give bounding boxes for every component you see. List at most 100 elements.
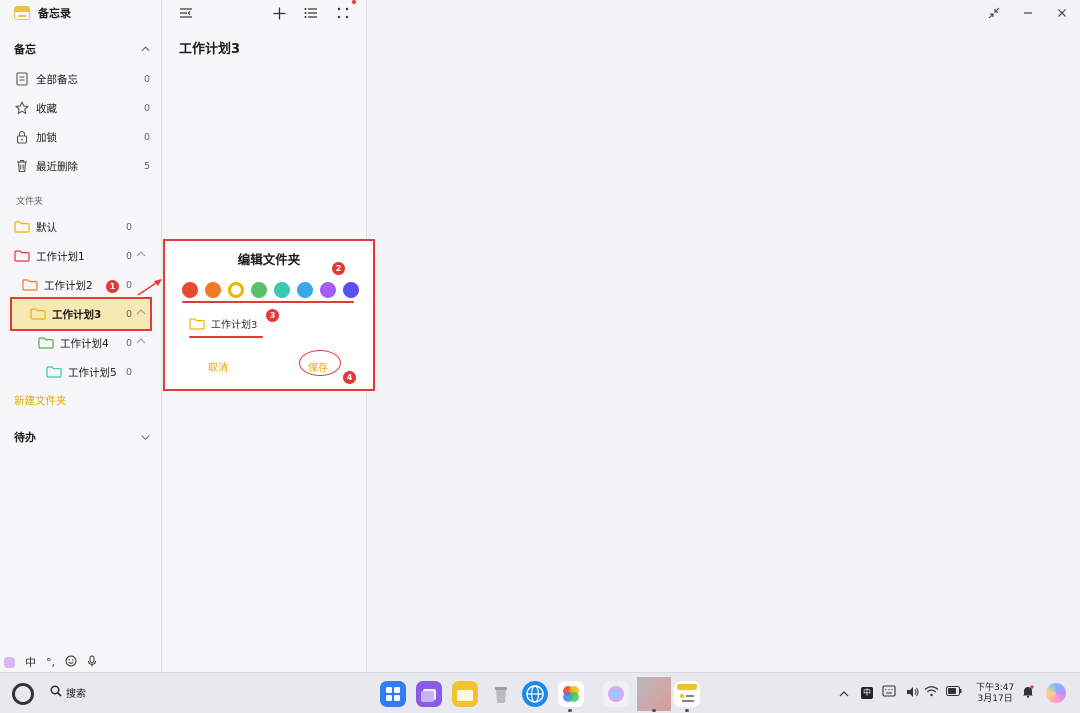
assistant-icon[interactable] <box>1046 683 1066 703</box>
wifi-icon[interactable] <box>924 685 939 700</box>
battery-icon[interactable] <box>946 686 962 699</box>
folder-name-value[interactable]: 工作计划3 <box>211 316 257 331</box>
collapse-sidebar-icon[interactable] <box>177 4 195 22</box>
folder-item-plan2[interactable]: 工作计划2 0 <box>22 274 150 296</box>
running-indicator <box>568 709 572 712</box>
annotation-underline <box>182 301 354 303</box>
folder-label: 工作计划4 <box>60 337 109 350</box>
sidebar-item-locked[interactable]: 加锁 0 <box>14 126 150 148</box>
taskbar-search-button[interactable]: 搜索 <box>50 685 86 700</box>
cancel-button[interactable]: 取消 <box>208 359 228 374</box>
annotation-arrow <box>137 279 162 296</box>
running-indicator <box>685 709 689 712</box>
chevron-down-icon[interactable] <box>141 433 150 442</box>
restore-window-icon[interactable] <box>985 4 1003 22</box>
folder-label: 工作计划2 <box>44 279 93 292</box>
clock-time: 下午3:47 <box>976 683 1015 693</box>
document-icon <box>14 71 30 87</box>
add-note-icon[interactable] <box>270 4 288 22</box>
folder-item-default[interactable]: 默认 0 <box>14 216 150 238</box>
running-indicator <box>652 709 656 712</box>
folder-count: 0 <box>126 308 133 320</box>
browser-icon[interactable] <box>522 681 548 707</box>
microphone-icon[interactable] <box>87 655 97 670</box>
taskbar-clock[interactable]: 下午3:47 3月17日 <box>976 683 1014 705</box>
color-swatch[interactable] <box>228 282 244 298</box>
volume-icon[interactable] <box>906 686 920 701</box>
minimize-window-icon[interactable] <box>1019 4 1037 22</box>
folder-icon <box>46 366 62 378</box>
app-title-bar: 备忘录 <box>14 4 71 22</box>
emoji-icon[interactable] <box>65 655 77 670</box>
notes-app-taskbar-icon[interactable] <box>674 681 700 707</box>
chevron-up-icon[interactable] <box>136 308 146 318</box>
trash-icon <box>14 158 30 174</box>
todo-section-header[interactable]: 待办 <box>14 428 150 446</box>
keyboard-icon[interactable] <box>882 685 896 700</box>
color-swatch[interactable] <box>297 282 313 298</box>
color-swatch[interactable] <box>182 282 198 298</box>
notes-section-header[interactable]: 备忘 <box>14 40 150 58</box>
app-title: 备忘录 <box>38 7 71 20</box>
tray-ime-label: 中 <box>861 686 873 699</box>
search-icon <box>50 685 62 700</box>
app-launcher-icon[interactable] <box>380 681 406 707</box>
taskbar: 搜索 中 下午3:47 3月17日 <box>0 672 1080 713</box>
file-manager-icon[interactable] <box>452 681 478 707</box>
folder-item-plan5[interactable]: 工作计划5 0 <box>46 361 150 383</box>
ime-logo-icon[interactable] <box>4 656 15 668</box>
folder-count: 0 <box>126 279 133 291</box>
folder-count: 0 <box>126 366 133 378</box>
folder-item-plan3[interactable]: 工作计划3 0 <box>30 303 150 325</box>
annotation-badge-1: 1 <box>106 280 119 293</box>
list-view-icon[interactable] <box>302 4 320 22</box>
color-swatch[interactable] <box>343 282 359 298</box>
sidebar-item-favorites[interactable]: 收藏 0 <box>14 97 150 119</box>
folder-icon <box>30 308 46 320</box>
notification-bell-icon[interactable] <box>1022 685 1034 701</box>
ime-punctuation[interactable]: °, <box>46 656 55 669</box>
color-swatch[interactable] <box>205 282 221 298</box>
search-label: 搜索 <box>66 689 86 700</box>
color-swatch[interactable] <box>274 282 290 298</box>
sidebar-item-all-notes[interactable]: 全部备忘 0 <box>14 68 150 90</box>
more-options-icon[interactable] <box>334 4 352 22</box>
ai-assistant-app-icon[interactable] <box>603 681 629 707</box>
annotation-badge-4: 4 <box>343 371 356 384</box>
folder-icon <box>22 279 38 291</box>
color-swatch[interactable] <box>251 282 267 298</box>
folder-icon <box>14 221 30 233</box>
blurred-app-icon[interactable] <box>637 677 671 711</box>
folder-count: 0 <box>126 250 133 262</box>
chevron-up-icon[interactable] <box>136 337 146 347</box>
new-folder-button[interactable]: 新建文件夹 <box>14 393 67 408</box>
sidebar-item-count: 0 <box>143 102 150 114</box>
sidebar-item-count: 0 <box>143 131 150 143</box>
folder-count: 0 <box>126 337 133 349</box>
color-swatch[interactable] <box>320 282 336 298</box>
sidebar-item-label: 收藏 <box>36 102 57 115</box>
multitask-icon[interactable] <box>416 681 442 707</box>
folder-item-plan4[interactable]: 工作计划4 0 <box>38 332 150 354</box>
start-button[interactable] <box>12 683 34 705</box>
tray-expand-icon[interactable] <box>839 687 849 700</box>
folder-label: 工作计划3 <box>52 308 102 321</box>
chevron-up-icon[interactable] <box>141 45 150 54</box>
folder-label: 工作计划1 <box>36 250 85 263</box>
sidebar-item-label: 最近删除 <box>36 160 78 173</box>
close-window-icon[interactable] <box>1053 4 1071 22</box>
annotation-badge-3: 3 <box>266 309 279 322</box>
folder-name-field[interactable]: 工作计划3 <box>189 316 257 331</box>
tray-ime-indicator[interactable]: 中 <box>861 685 873 699</box>
sidebar-item-recently-deleted[interactable]: 最近删除 5 <box>14 155 150 177</box>
gallery-icon[interactable] <box>558 681 584 707</box>
folder-item-plan1[interactable]: 工作计划1 0 <box>14 245 150 267</box>
annotation-underline <box>189 336 263 338</box>
chevron-up-icon[interactable] <box>136 250 146 260</box>
recycle-bin-icon[interactable] <box>488 681 514 707</box>
ime-mode[interactable]: 中 <box>25 654 36 670</box>
notes-app-icon <box>14 6 30 20</box>
notes-section-label: 备忘 <box>14 43 36 56</box>
folder-count: 0 <box>126 221 133 233</box>
notification-dot <box>352 0 356 4</box>
